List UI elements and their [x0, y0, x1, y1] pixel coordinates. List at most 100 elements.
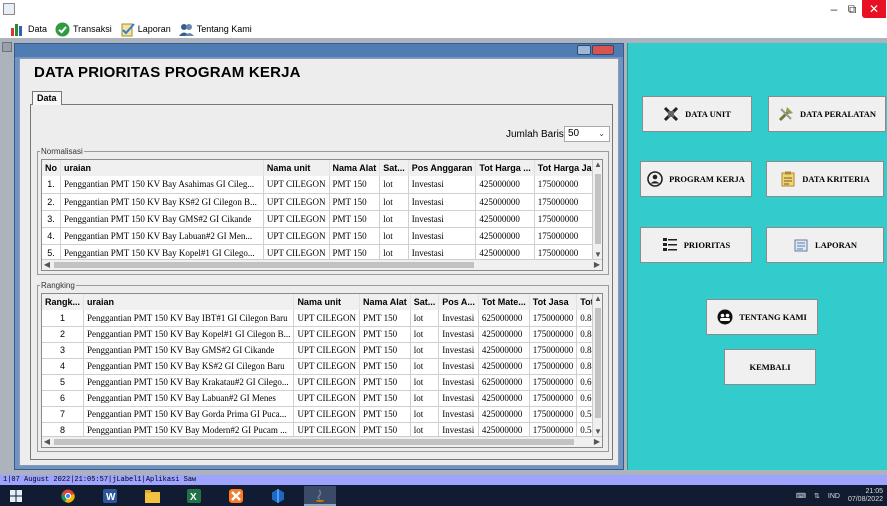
- scroll-up-icon[interactable]: ▲: [593, 294, 602, 304]
- rangking-column-header[interactable]: Sat...: [410, 294, 440, 310]
- word-icon[interactable]: W: [94, 486, 126, 506]
- windows-start-icon[interactable]: [10, 490, 22, 502]
- maximize-button[interactable]: ⧉: [844, 0, 860, 18]
- rangking-column-header[interactable]: Rangk...: [42, 294, 85, 310]
- keyboard-icon[interactable]: ⌨: [796, 492, 806, 500]
- data-peralatan-button[interactable]: DATA PERALATAN: [768, 96, 886, 132]
- prioritas-button[interactable]: PRIORITAS: [640, 227, 752, 263]
- frame-titlebar[interactable]: [15, 44, 623, 57]
- file-explorer-icon[interactable]: [136, 486, 168, 506]
- normalisasi-column-header[interactable]: Pos Anggaran: [408, 160, 477, 176]
- normalisasi-table-row[interactable]: 3. Penggantian PMT 150 KV Bay GMS#2 GI Ci…: [42, 210, 602, 228]
- java-app-icon[interactable]: [304, 486, 336, 506]
- close-button[interactable]: ✕: [862, 0, 886, 18]
- scroll-thumb-h[interactable]: [54, 439, 574, 445]
- normalisasi-table-row[interactable]: 2. Penggantian PMT 150 KV Bay KS#2 GI Cil…: [42, 193, 602, 211]
- rangking-cell: Penggantian PMT 150 KV Bay Krakatau#2 GI…: [83, 374, 295, 391]
- normalisasi-table-row[interactable]: 1. Penggantian PMT 150 KV Bay Asahimas GI…: [42, 176, 602, 194]
- tab-data[interactable]: Data: [32, 91, 62, 105]
- normalisasi-group: Normalisasi No uraian Nama unit Nama Alat Sa…: [37, 147, 609, 275]
- frame-close-button[interactable]: [592, 45, 614, 55]
- rangking-cell: Penggantian PMT 150 KV Bay Labuan#2 GI M…: [83, 390, 295, 407]
- rangking-table-container[interactable]: Rangk... uraian Nama unit Nama Alat Sat... Po…: [41, 293, 603, 448]
- network-icon[interactable]: ⇅: [814, 492, 820, 500]
- rangking-table-row[interactable]: 7 Penggantian PMT 150 KV Bay Gorda Prima …: [42, 406, 602, 423]
- rangking-cell: PMT 150: [359, 390, 411, 407]
- menu-transaksi[interactable]: Transaksi: [55, 22, 115, 37]
- rangking-column-header[interactable]: Nama Alat: [359, 294, 411, 310]
- rangking-table-row[interactable]: 6 Penggantian PMT 150 KV Bay Labuan#2 GI …: [42, 390, 602, 407]
- normalisasi-vertical-scrollbar[interactable]: ▲ ▼: [592, 160, 602, 260]
- normalisasi-column-header[interactable]: No: [42, 160, 61, 176]
- normalisasi-column-header[interactable]: Tot Harga ...: [475, 160, 535, 176]
- normalisasi-cell: Penggantian PMT 150 KV Bay KS#2 GI Cileg…: [60, 193, 264, 211]
- data-kriteria-button[interactable]: DATA KRITERIA: [766, 161, 884, 197]
- scroll-left-icon[interactable]: ◀: [42, 260, 52, 270]
- rangking-horizontal-scrollbar[interactable]: ◀ ▶: [42, 436, 602, 447]
- rangking-cell: 425000000: [478, 390, 530, 407]
- excel-icon[interactable]: X: [178, 486, 210, 506]
- kembali-button[interactable]: KEMBALI: [724, 349, 816, 385]
- normalisasi-horizontal-scrollbar[interactable]: ◀ ▶: [42, 259, 602, 270]
- rangking-column-header[interactable]: Tot Jasa: [529, 294, 578, 310]
- rangking-cell: UPT CILEGON: [293, 326, 361, 343]
- normalisasi-column-header[interactable]: Nama unit: [263, 160, 330, 176]
- menu-data[interactable]: Data: [10, 22, 50, 37]
- normalisasi-cell: lot: [379, 193, 409, 211]
- rangking-cell: Investasi: [438, 310, 479, 327]
- menu-laporan[interactable]: Laporan: [120, 22, 174, 37]
- rangking-column-header[interactable]: Pos A...: [438, 294, 479, 310]
- rangking-table-row[interactable]: 4 Penggantian PMT 150 KV Bay KS#2 GI Cile…: [42, 358, 602, 375]
- tab-panel-data: Jumlah Baris 50 ⌄ Normalisasi No uraian Na…: [30, 104, 613, 460]
- normalisasi-column-header[interactable]: uraian: [60, 160, 264, 176]
- data-unit-button[interactable]: DATA UNIT: [642, 96, 752, 132]
- tentang-kami-button[interactable]: TENTANG KAMI: [706, 299, 818, 335]
- xampp-icon[interactable]: [220, 486, 252, 506]
- laporan-button[interactable]: LAPORAN: [766, 227, 884, 263]
- rangking-vertical-scrollbar[interactable]: ▲ ▼: [592, 294, 602, 437]
- netbeans-icon[interactable]: [262, 486, 294, 506]
- frame-restore-button[interactable]: [577, 45, 591, 55]
- normalisasi-cell: lot: [379, 176, 409, 194]
- rangking-table-row[interactable]: 1 Penggantian PMT 150 KV Bay IBT#1 GI Cil…: [42, 310, 602, 327]
- scroll-left-icon[interactable]: ◀: [42, 437, 52, 447]
- rangking-table-row[interactable]: 5 Penggantian PMT 150 KV Bay Krakatau#2 G…: [42, 374, 602, 391]
- rows-count-select[interactable]: 50 ⌄: [564, 126, 610, 142]
- program-kerja-button[interactable]: PROGRAM KERJA: [640, 161, 752, 197]
- language-indicator[interactable]: IND: [828, 493, 840, 500]
- rangking-column-header[interactable]: Nama unit: [293, 294, 361, 310]
- scroll-thumb-h[interactable]: [54, 262, 474, 268]
- normalisasi-column-header[interactable]: Nama Alat: [329, 160, 381, 176]
- normalisasi-table: No uraian Nama unit Nama Alat Sat... Pos Angg…: [42, 160, 602, 270]
- data-peralatan-label: DATA PERALATAN: [799, 109, 877, 119]
- scroll-right-icon[interactable]: ▶: [592, 437, 602, 447]
- rangking-cell: 625000000: [478, 374, 530, 391]
- normalisasi-cell: 425000000: [475, 193, 535, 211]
- menu-transaksi-label: Transaksi: [73, 24, 112, 34]
- rangking-cell: 175000000: [529, 390, 578, 407]
- data-kriteria-label: DATA KRITERIA: [802, 174, 870, 184]
- minimize-button[interactable]: –: [826, 0, 842, 18]
- scroll-up-icon[interactable]: ▲: [593, 160, 602, 170]
- rangking-group: Rangking Rangk... uraian Nama unit Nama Ala…: [37, 281, 609, 452]
- rangking-cell: 425000000: [478, 326, 530, 343]
- scroll-right-icon[interactable]: ▶: [592, 260, 602, 270]
- normalisasi-table-row[interactable]: 4. Penggantian PMT 150 KV Bay Labuan#2 GI…: [42, 227, 602, 245]
- rangking-cell: 425000000: [478, 406, 530, 423]
- normalisasi-table-container[interactable]: No uraian Nama unit Nama Alat Sat... Pos Angg…: [41, 159, 603, 271]
- rangking-column-header[interactable]: uraian: [83, 294, 295, 310]
- menu-tentang-kami[interactable]: Tentang Kami: [178, 22, 255, 37]
- chrome-icon[interactable]: [52, 486, 84, 506]
- normalisasi-column-header[interactable]: Sat...: [379, 160, 409, 176]
- clock[interactable]: 21:05 07/08/2022: [848, 488, 883, 504]
- scroll-thumb[interactable]: [595, 174, 601, 244]
- program-kerja-label: PROGRAM KERJA: [669, 174, 745, 184]
- rangking-table-row[interactable]: 2 Penggantian PMT 150 KV Bay Kopel#1 GI C…: [42, 326, 602, 343]
- rangking-table-row[interactable]: 3 Penggantian PMT 150 KV Bay GMS#2 GI Cik…: [42, 342, 602, 359]
- normalisasi-cell: Investasi: [408, 227, 477, 245]
- normalisasi-cell: 2.: [42, 193, 61, 211]
- scroll-thumb[interactable]: [595, 308, 601, 418]
- rangking-cell: 425000000: [478, 342, 530, 359]
- rangking-column-header[interactable]: Tot Mate...: [478, 294, 530, 310]
- rangking-cell: Investasi: [438, 390, 479, 407]
